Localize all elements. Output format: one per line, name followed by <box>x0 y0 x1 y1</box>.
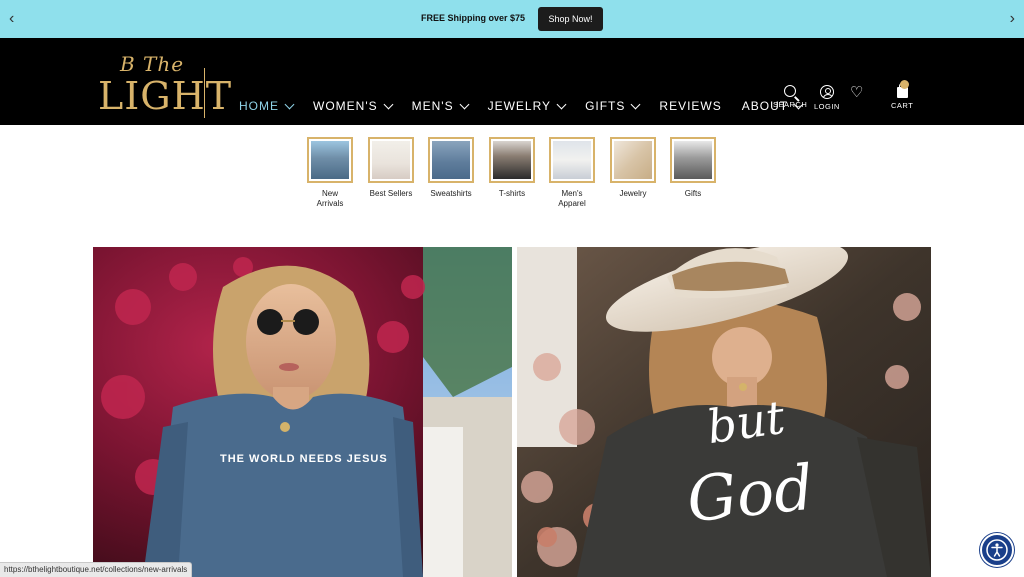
category-gifts[interactable]: Gifts <box>663 137 723 199</box>
cart-label: CART <box>891 101 914 110</box>
nav-item-label: JEWELRY <box>487 99 552 113</box>
category-new-arrivals[interactable]: New Arrivals <box>300 137 360 209</box>
nav-item-label: WOMEN'S <box>313 99 378 113</box>
nav-item-label: GIFTS <box>585 99 626 113</box>
search-label: SEARCH <box>773 100 808 109</box>
status-url: https://bthelightboutique.net/collection… <box>0 562 193 577</box>
chevron-down-icon <box>556 99 567 109</box>
wishlist-button[interactable]: ♡ <box>850 84 864 101</box>
category-label: Jewelry <box>619 189 647 198</box>
logo-main-text: LIGHT <box>98 74 233 118</box>
nav-item-reviews[interactable]: REVIEWS <box>659 99 721 113</box>
nav-item-label: REVIEWS <box>659 99 722 113</box>
chevron-down-icon <box>630 99 641 109</box>
search-button[interactable]: SEARCH <box>773 85 807 109</box>
nav-item-womens[interactable]: WOMEN'S <box>313 99 394 113</box>
chevron-down-icon <box>459 99 470 109</box>
site-header: B The LIGHT HOME WOMEN'S MEN'S JEWELRY G… <box>0 38 1024 125</box>
category-sweatshirts[interactable]: Sweatshirts <box>421 137 481 199</box>
hero-image-left[interactable]: THE WORLD NEEDS JESUS <box>93 247 512 577</box>
accessibility-button[interactable] <box>980 533 1014 567</box>
logo-script-text: B The <box>120 52 185 76</box>
shirt-text-line-1: but <box>703 389 788 455</box>
chevron-right-icon[interactable]: › <box>1010 10 1015 28</box>
category-thumbnail <box>670 137 716 183</box>
cart-button[interactable]: CART <box>891 80 914 110</box>
chevron-left-icon[interactable]: ‹ <box>9 10 14 28</box>
category-best-sellers[interactable]: Best Sellers <box>361 137 421 199</box>
category-mens-apparel[interactable]: Men's Apparel <box>542 137 602 209</box>
login-button[interactable]: LOGIN <box>814 85 840 111</box>
logo-stem <box>204 68 205 118</box>
nav-item-label: HOME <box>239 99 279 113</box>
nav-item-jewelry[interactable]: JEWELRY <box>487 99 567 113</box>
category-tshirts[interactable]: T-shirts <box>482 137 542 199</box>
category-thumbnail <box>489 137 535 183</box>
category-label: Gifts <box>684 189 702 198</box>
shop-now-button[interactable]: Shop Now! <box>538 7 603 31</box>
category-thumbnail <box>549 137 595 183</box>
nav-item-home[interactable]: HOME <box>239 99 295 113</box>
heart-icon: ♡ <box>850 84 864 101</box>
category-label: Sweatshirts <box>430 189 472 198</box>
user-icon <box>819 85 834 99</box>
category-thumbnail <box>610 137 656 183</box>
accessibility-icon <box>986 539 1008 561</box>
announcement-bar: ‹ FREE Shipping over $75 Shop Now! › <box>0 0 1024 38</box>
nav-item-mens[interactable]: MEN'S <box>411 99 470 113</box>
category-row: New Arrivals Best Sellers Sweatshirts T-… <box>0 137 1024 217</box>
category-jewelry[interactable]: Jewelry <box>603 137 663 199</box>
category-thumbnail <box>368 137 414 183</box>
nav-item-label: MEN'S <box>411 99 454 113</box>
main-nav: HOME WOMEN'S MEN'S JEWELRY GIFTS REVIEWS… <box>239 99 822 113</box>
shirt-text: THE WORLD NEEDS JESUS <box>220 453 388 465</box>
category-label: New Arrivals <box>316 189 344 208</box>
category-label: Best Sellers <box>369 189 413 198</box>
category-thumbnail <box>307 137 353 183</box>
login-label: LOGIN <box>814 102 840 111</box>
category-thumbnail <box>428 137 474 183</box>
category-label: T-shirts <box>498 189 526 198</box>
site-logo[interactable]: B The LIGHT <box>96 46 231 118</box>
chevron-down-icon <box>284 99 295 109</box>
search-icon <box>784 85 797 97</box>
hero-image-right[interactable]: but God <box>517 247 931 577</box>
category-label: Men's Apparel <box>558 189 586 208</box>
cart-count-badge <box>900 80 909 89</box>
chevron-down-icon <box>383 99 394 109</box>
hero-photo-left <box>93 247 512 577</box>
announcement-message: FREE Shipping over $75 <box>421 13 526 23</box>
shirt-text-line-2: God <box>683 450 818 537</box>
nav-item-gifts[interactable]: GIFTS <box>585 99 641 113</box>
